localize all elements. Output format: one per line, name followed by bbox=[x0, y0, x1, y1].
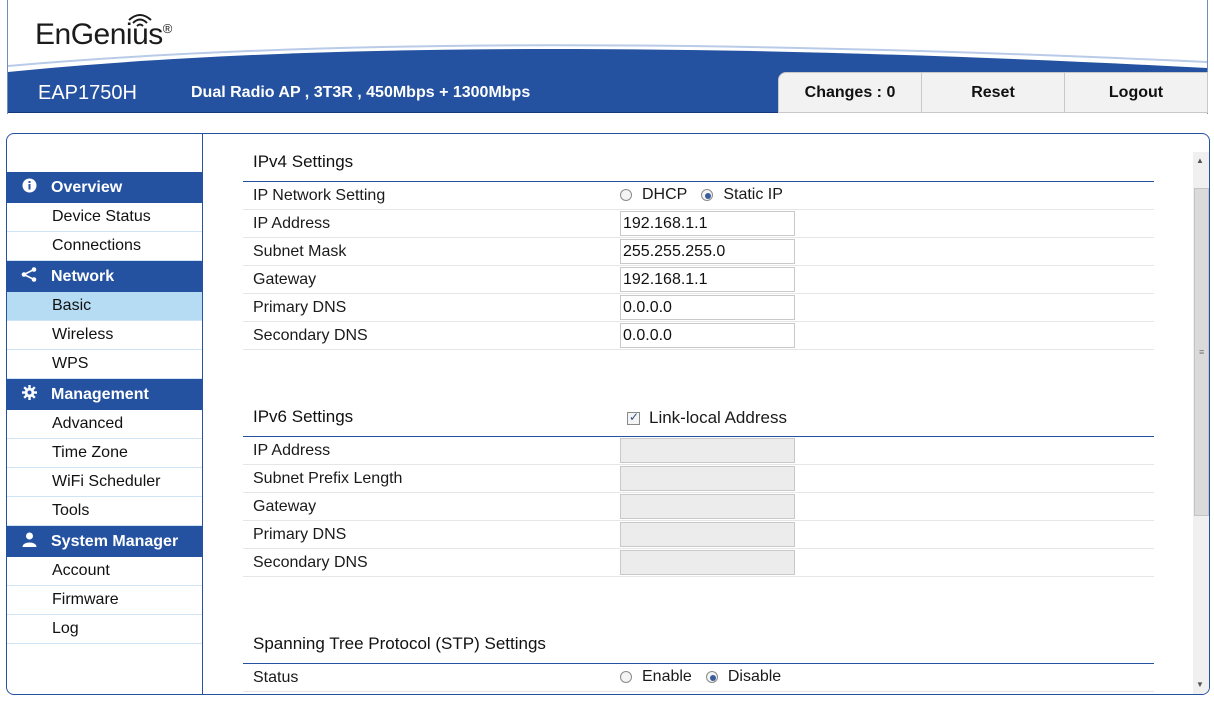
sidebar-item-log[interactable]: Log bbox=[7, 615, 202, 644]
ipv4-primary-dns-input[interactable] bbox=[620, 295, 795, 320]
static-ip-radio[interactable] bbox=[701, 189, 714, 201]
changes-button[interactable]: Changes : 0 bbox=[779, 73, 921, 112]
sidebar-nav: Overview Device Status Connections Netwo… bbox=[7, 172, 202, 644]
stp-section-title: Spanning Tree Protocol (STP) Settings bbox=[253, 634, 546, 653]
ipv6-secondary-dns-input[interactable] bbox=[620, 550, 795, 575]
sidebar-section-system-manager[interactable]: System Manager bbox=[7, 526, 202, 557]
sidebar-item-wps[interactable]: WPS bbox=[7, 350, 202, 379]
settings-content: IPv4 Settings IP Network Setting DHCP St… bbox=[203, 134, 1193, 694]
ipv6-primary-dns-label: Primary DNS bbox=[253, 526, 347, 543]
ipv4-gateway-row: Gateway bbox=[243, 266, 1154, 294]
content-scrollbar[interactable]: ▲ ≡ ▼ bbox=[1193, 152, 1209, 694]
sidebar-section-network[interactable]: Network bbox=[7, 261, 202, 292]
sidebar-item-tools[interactable]: Tools bbox=[7, 497, 202, 526]
header-bar: EAP1750H Dual Radio AP , 3T3R , 450Mbps … bbox=[8, 72, 1208, 113]
sidebar-item-advanced[interactable]: Advanced bbox=[7, 410, 202, 439]
stp-enable-radio[interactable] bbox=[620, 671, 632, 683]
sidebar-item-wifi-scheduler[interactable]: WiFi Scheduler bbox=[7, 468, 202, 497]
stp-disable-label: Disable bbox=[727, 668, 782, 685]
sidebar-section-label: System Manager bbox=[51, 532, 179, 550]
static-ip-label: Static IP bbox=[723, 186, 783, 203]
ipv6-subnet-prefix-input[interactable] bbox=[620, 466, 795, 491]
sidebar-item-device-status[interactable]: Device Status bbox=[7, 203, 202, 232]
reset-button[interactable]: Reset bbox=[921, 73, 1064, 112]
sidebar: Overview Device Status Connections Netwo… bbox=[7, 134, 203, 694]
ipv6-ip-address-input[interactable] bbox=[620, 438, 795, 463]
ipv4-subnet-mask-input[interactable] bbox=[620, 239, 795, 264]
stp-status-label: Status bbox=[253, 669, 299, 686]
model-description: Dual Radio AP , 3T3R , 450Mbps + 1300Mbp… bbox=[191, 84, 531, 101]
stp-status-radio-group: Enable Disable bbox=[620, 668, 795, 686]
header-swoosh bbox=[8, 44, 1207, 74]
ipv6-ip-address-label: IP Address bbox=[253, 442, 331, 459]
ipv6-subnet-prefix-row: Subnet Prefix Length bbox=[243, 465, 1154, 493]
ipv4-section-title: IPv4 Settings bbox=[253, 152, 354, 171]
app-header: EnGenius® EAP1750H Dual Radio AP , 3T3R … bbox=[7, 0, 1208, 114]
ipv4-subnet-mask-row: Subnet Mask bbox=[243, 238, 1154, 266]
sidebar-item-wireless[interactable]: Wireless bbox=[7, 321, 202, 350]
sidebar-section-management[interactable]: Management bbox=[7, 379, 202, 410]
ipv6-gateway-label: Gateway bbox=[253, 498, 317, 515]
ipv4-primary-dns-label: Primary DNS bbox=[253, 299, 347, 316]
sidebar-section-label: Network bbox=[51, 267, 115, 285]
ipv6-secondary-dns-row: Secondary DNS bbox=[243, 549, 1154, 577]
ipv4-subnet-mask-label: Subnet Mask bbox=[253, 243, 347, 260]
sidebar-item-firmware[interactable]: Firmware bbox=[7, 586, 202, 615]
ip-network-setting-radio-group: DHCP Static IP bbox=[620, 186, 797, 204]
share-icon bbox=[7, 267, 51, 286]
ip-network-setting-label: IP Network Setting bbox=[253, 187, 386, 204]
scrollbar-thumb[interactable]: ≡ bbox=[1194, 188, 1209, 516]
ipv4-ip-address-row: IP Address bbox=[243, 210, 1154, 238]
stp-status-row: Status Enable Disable bbox=[243, 664, 1154, 692]
ipv6-ip-address-row: IP Address bbox=[243, 437, 1154, 465]
dhcp-label: DHCP bbox=[642, 186, 688, 203]
ipv6-secondary-dns-label: Secondary DNS bbox=[253, 554, 368, 571]
model-name: EAP1750H bbox=[38, 82, 137, 104]
gear-icon bbox=[7, 385, 51, 404]
link-local-address-option: Link-local Address bbox=[627, 408, 787, 428]
scroll-down-arrow-icon[interactable]: ▼ bbox=[1196, 680, 1204, 689]
ipv4-primary-dns-row: Primary DNS bbox=[243, 294, 1154, 322]
scrollbar-grip-icon: ≡ bbox=[1199, 347, 1205, 357]
ipv6-gateway-row: Gateway bbox=[243, 493, 1154, 521]
ipv6-subnet-prefix-label: Subnet Prefix Length bbox=[253, 470, 403, 487]
main-frame: Overview Device Status Connections Netwo… bbox=[6, 133, 1210, 695]
logout-button[interactable]: Logout bbox=[1064, 73, 1207, 112]
sidebar-section-label: Overview bbox=[51, 178, 123, 196]
sidebar-item-connections[interactable]: Connections bbox=[7, 232, 202, 261]
ipv6-section-title: IPv6 Settings bbox=[253, 407, 354, 426]
wifi-logo-icon bbox=[128, 14, 152, 27]
ipv4-ip-address-label: IP Address bbox=[253, 215, 331, 232]
ipv6-gateway-input[interactable] bbox=[620, 494, 795, 519]
dhcp-radio[interactable] bbox=[620, 189, 632, 201]
registered-mark: ® bbox=[162, 21, 173, 36]
link-local-address-label: Link-local Address bbox=[649, 408, 787, 427]
link-local-address-checkbox[interactable] bbox=[627, 410, 640, 425]
sidebar-section-overview[interactable]: Overview bbox=[7, 172, 202, 203]
sidebar-item-account[interactable]: Account bbox=[7, 557, 202, 586]
sidebar-item-time-zone[interactable]: Time Zone bbox=[7, 439, 202, 468]
ipv4-network-setting-row: IP Network Setting DHCP Static IP bbox=[243, 182, 1154, 210]
stp-disable-radio[interactable] bbox=[705, 671, 718, 683]
stp-enable-label: Enable bbox=[642, 668, 692, 685]
user-icon bbox=[7, 532, 51, 551]
ipv4-gateway-input[interactable] bbox=[620, 267, 795, 292]
ipv4-secondary-dns-label: Secondary DNS bbox=[253, 327, 368, 344]
ipv6-primary-dns-row: Primary DNS bbox=[243, 521, 1154, 549]
sidebar-item-basic[interactable]: Basic bbox=[7, 292, 202, 321]
ipv4-gateway-label: Gateway bbox=[253, 271, 317, 288]
ipv4-ip-address-input[interactable] bbox=[620, 211, 795, 236]
info-icon bbox=[7, 178, 51, 197]
sidebar-section-label: Management bbox=[51, 385, 149, 403]
ipv4-secondary-dns-input[interactable] bbox=[620, 323, 795, 348]
scroll-up-arrow-icon[interactable]: ▲ bbox=[1196, 156, 1204, 165]
ipv4-secondary-dns-row: Secondary DNS bbox=[243, 322, 1154, 350]
ipv6-primary-dns-input[interactable] bbox=[620, 522, 795, 547]
header-button-group: Changes : 0 Reset Logout bbox=[778, 72, 1208, 113]
